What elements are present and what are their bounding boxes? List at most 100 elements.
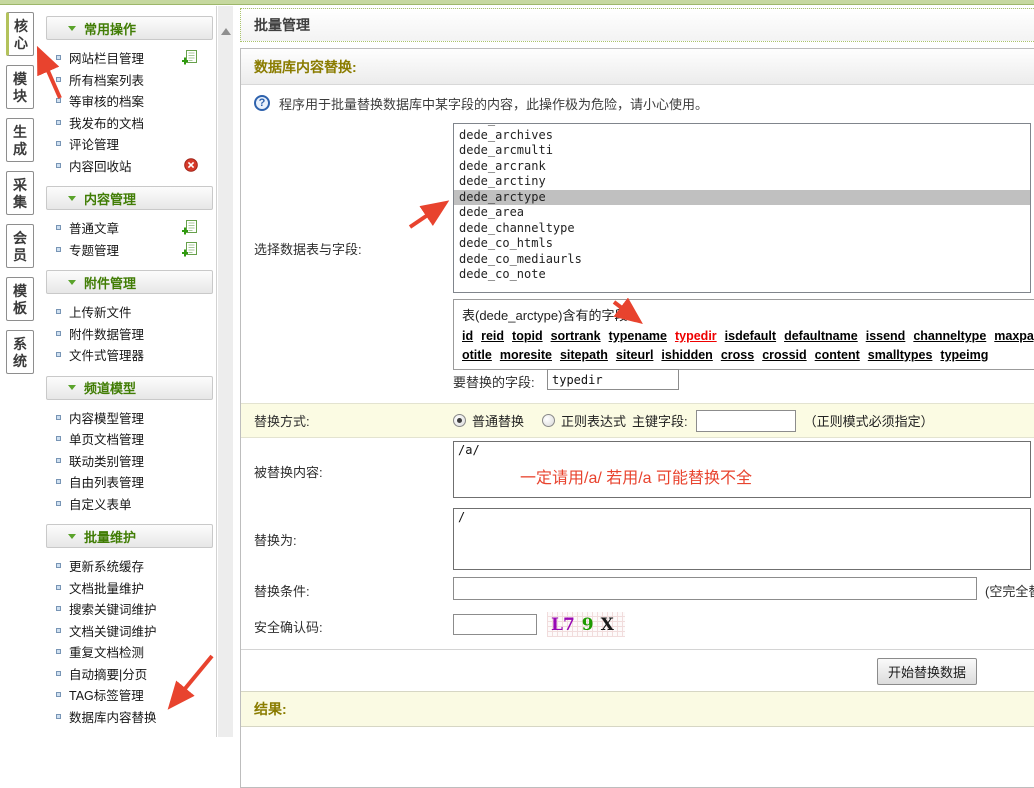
- field-link[interactable]: typeimg: [940, 348, 988, 362]
- field-link[interactable]: issend: [866, 329, 906, 343]
- sidebar-item[interactable]: 评论管理: [43, 133, 216, 155]
- normal-replace-label[interactable]: 普通替换: [472, 411, 524, 430]
- vertical-tab-6[interactable]: 模板: [6, 277, 34, 321]
- sidebar-item[interactable]: 自定义表单: [43, 493, 216, 515]
- table-option[interactable]: dede_co_htmls: [454, 236, 1030, 252]
- sidebar-item-label: 文件式管理器: [69, 345, 144, 364]
- sidebar-section-header[interactable]: 常用操作: [46, 16, 213, 40]
- vertical-tab-7[interactable]: 系统: [6, 330, 34, 374]
- sidebar-section-header[interactable]: 附件管理: [46, 270, 213, 294]
- sidebar-item[interactable]: 搜索关键词维护: [43, 598, 216, 620]
- sidebar-item[interactable]: 内容回收站: [43, 155, 216, 177]
- sidebar-item[interactable]: 上传新文件: [43, 301, 216, 323]
- sidebar-item[interactable]: TAG标签管理: [43, 684, 216, 706]
- field-link[interactable]: defaultname: [784, 329, 858, 343]
- sidebar-item[interactable]: 内容模型管理: [43, 407, 216, 429]
- table-option[interactable]: dede_arcmulti: [454, 143, 1030, 159]
- bullet-icon: [56, 163, 61, 168]
- normal-replace-radio[interactable]: [453, 414, 466, 427]
- sidebar-item-label: 自动摘要|分页: [69, 664, 147, 683]
- sidebar-item-label: 搜索关键词维护: [69, 599, 157, 618]
- condition-input[interactable]: [453, 577, 977, 600]
- regex-replace-radio[interactable]: [542, 414, 555, 427]
- field-link[interactable]: isdefault: [725, 329, 776, 343]
- doc-add-icon: [182, 50, 198, 65]
- sidebar-item-label: 文档批量维护: [69, 578, 144, 597]
- start-replace-button[interactable]: 开始替换数据: [877, 658, 977, 685]
- vertical-tab-3[interactable]: 生成: [6, 118, 34, 162]
- sidebar-item[interactable]: 自由列表管理: [43, 471, 216, 493]
- table-option[interactable]: dede_arctype: [454, 190, 1030, 206]
- sidebar-item[interactable]: 文档关键词维护: [43, 620, 216, 642]
- table-field-row: 选择数据表与字段: dede_arccachedede_archivesdede…: [241, 121, 1034, 403]
- replace-field-input[interactable]: [547, 369, 679, 390]
- field-link[interactable]: siteurl: [616, 348, 654, 362]
- sidebar-item-label: TAG标签管理: [69, 685, 144, 704]
- sidebar-item[interactable]: 等审核的档案: [43, 90, 216, 112]
- sidebar-item-label: 数据库内容替换: [69, 707, 157, 726]
- field-link[interactable]: content: [815, 348, 860, 362]
- field-link[interactable]: moresite: [500, 348, 552, 362]
- sidebar-splitter[interactable]: [218, 6, 233, 737]
- table-option[interactable]: dede_archives: [454, 128, 1030, 144]
- vertical-tab-1[interactable]: 核心: [6, 12, 34, 56]
- bullet-icon: [56, 309, 61, 314]
- sidebar-item[interactable]: 附件数据管理: [43, 323, 216, 345]
- table-option[interactable]: dede_co_note: [454, 267, 1030, 283]
- sidebar-item[interactable]: 更新系统缓存: [43, 555, 216, 577]
- target-textarea[interactable]: /: [453, 508, 1031, 570]
- bullet-icon: [56, 606, 61, 611]
- sidebar-item[interactable]: 联动类别管理: [43, 450, 216, 472]
- field-link[interactable]: reid: [481, 329, 504, 343]
- sidebar-item[interactable]: 重复文档检测: [43, 641, 216, 663]
- sidebar-item[interactable]: 网站栏目管理: [43, 47, 216, 69]
- sidebar-item-label: 所有档案列表: [69, 70, 144, 89]
- sidebar-section-header[interactable]: 内容管理: [46, 186, 213, 210]
- sidebar-item[interactable]: 普通文章: [43, 217, 216, 239]
- field-link[interactable]: id: [462, 329, 473, 343]
- sidebar-item[interactable]: 自动摘要|分页: [43, 663, 216, 685]
- sidebar-item[interactable]: 我发布的文档: [43, 112, 216, 134]
- vertical-tab-2[interactable]: 模块: [6, 65, 34, 109]
- table-option[interactable]: dede_channeltype: [454, 221, 1030, 237]
- table-option[interactable]: dede_area: [454, 205, 1030, 221]
- source-textarea[interactable]: /a/ 一定请用/a/ 若用/a 可能替换不全: [453, 441, 1031, 498]
- table-option[interactable]: dede_arcrank: [454, 159, 1030, 175]
- field-link[interactable]: typename: [609, 329, 667, 343]
- field-link[interactable]: otitle: [462, 348, 492, 362]
- captcha-image[interactable]: L79X: [547, 612, 625, 637]
- table-option[interactable]: dede_co_mediaurls: [454, 252, 1030, 268]
- field-link[interactable]: topid: [512, 329, 543, 343]
- target-row: 替换为: /: [241, 504, 1034, 573]
- captcha-input[interactable]: [453, 614, 537, 635]
- collapse-arrow-icon[interactable]: [221, 28, 231, 35]
- sidebar-item-label: 评论管理: [69, 134, 119, 153]
- sidebar-item[interactable]: 文档批量维护: [43, 577, 216, 599]
- sidebar-item[interactable]: 数据库内容替换: [43, 706, 216, 728]
- sidebar-section-header[interactable]: 批量维护: [46, 524, 213, 548]
- bullet-icon: [56, 458, 61, 463]
- result-header: 结果:: [241, 691, 1034, 727]
- field-link[interactable]: crossid: [762, 348, 806, 362]
- field-link[interactable]: typedir: [675, 329, 717, 343]
- replace-field-label: 要替换的字段:: [453, 372, 535, 391]
- primary-key-input[interactable]: [696, 410, 796, 432]
- field-link[interactable]: ishidden: [661, 348, 712, 362]
- field-link[interactable]: maxpage: [994, 329, 1034, 343]
- sidebar-item[interactable]: 所有档案列表: [43, 69, 216, 91]
- field-link[interactable]: sortrank: [551, 329, 601, 343]
- vertical-tab-4[interactable]: 采集: [6, 171, 34, 215]
- sidebar-item[interactable]: 文件式管理器: [43, 344, 216, 366]
- sidebar-item[interactable]: 专题管理: [43, 239, 216, 261]
- field-link[interactable]: channeltype: [913, 329, 986, 343]
- field-link[interactable]: sitepath: [560, 348, 608, 362]
- sidebar-item[interactable]: 单页文档管理: [43, 428, 216, 450]
- sidebar-menu: 常用操作网站栏目管理所有档案列表等审核的档案我发布的文档评论管理内容回收站内容管…: [43, 6, 217, 737]
- vertical-tab-5[interactable]: 会员: [6, 224, 34, 268]
- sidebar-section-header[interactable]: 频道模型: [46, 376, 213, 400]
- table-listbox[interactable]: dede_arccachedede_archivesdede_arcmultid…: [453, 123, 1031, 293]
- regex-replace-label[interactable]: 正则表达式: [561, 411, 626, 430]
- field-link[interactable]: smalltypes: [868, 348, 933, 362]
- table-option[interactable]: dede_arctiny: [454, 174, 1030, 190]
- field-link[interactable]: cross: [721, 348, 754, 362]
